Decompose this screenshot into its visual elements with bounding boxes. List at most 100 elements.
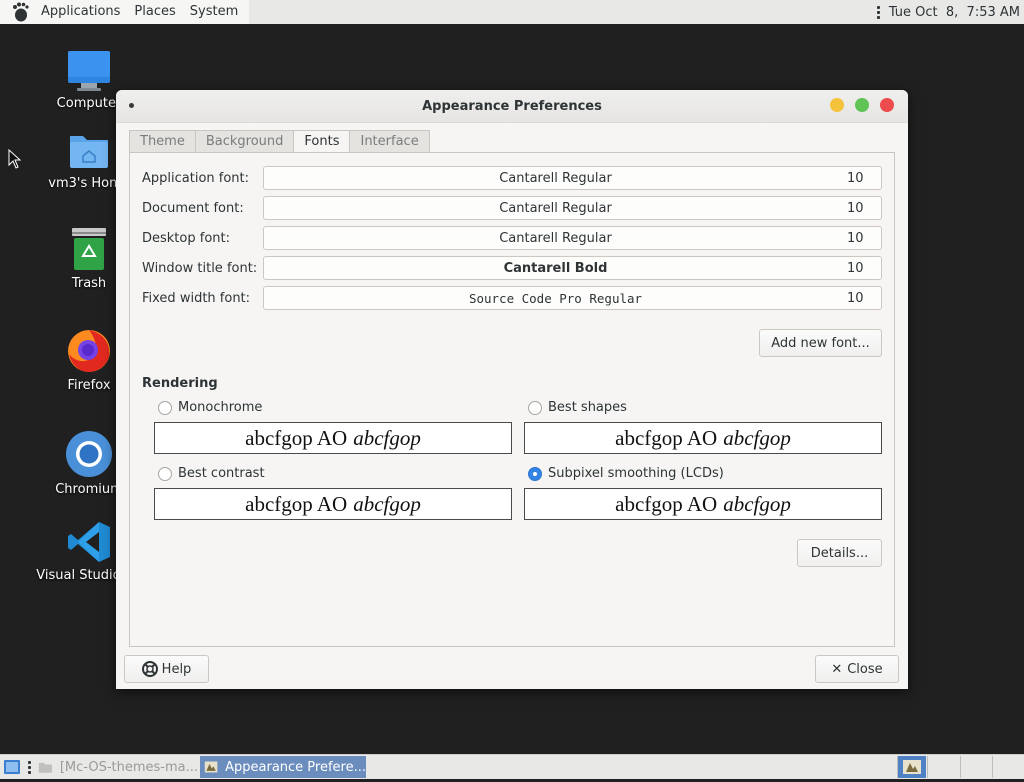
chromium-icon: [66, 431, 112, 477]
desktop-font-row: Desktop font: Cantarell Regular 10: [142, 226, 882, 250]
minimize-button[interactable]: [830, 98, 844, 112]
task-mc-os-themes[interactable]: [Mc-OS-themes-ma...: [36, 756, 198, 778]
desktop-icon-label: Chromium: [55, 482, 123, 497]
document-font-row: Document font: Cantarell Regular 10: [142, 196, 882, 220]
close-icon: ✕: [831, 661, 843, 677]
close-label: Close: [847, 661, 883, 677]
best-shapes-sample[interactable]: abcfgop AO abcfgop: [524, 422, 882, 454]
workspace-thumbnail-icon: [903, 760, 921, 774]
workspace-2[interactable]: [927, 756, 958, 778]
details-button[interactable]: Details...: [797, 539, 882, 567]
sample-text: abcfgop AO: [615, 425, 718, 450]
font-label: Application font:: [142, 170, 250, 186]
close-window-button[interactable]: [880, 98, 894, 112]
clock[interactable]: Tue Oct 8, 7:53 AM: [889, 5, 1020, 20]
add-new-font-button[interactable]: Add new font...: [759, 329, 882, 357]
option-label: Best contrast: [178, 466, 265, 481]
font-size: 10: [847, 230, 864, 246]
document-font-button[interactable]: Cantarell Regular 10: [263, 196, 882, 220]
window-title-font-row: Window title font: Cantarell Bold 10: [142, 256, 882, 280]
task-appearance-preferences[interactable]: Appearance Prefere...: [200, 756, 366, 778]
window-title: Appearance Preferences: [422, 98, 602, 114]
sample-text: abcfgop AO: [615, 491, 718, 516]
appearance-preferences-window: Appearance Preferences Theme Background …: [116, 90, 908, 689]
appearance-icon: [204, 761, 218, 773]
option-label: Subpixel smoothing (LCDs): [548, 466, 724, 481]
monochrome-option[interactable]: Monochrome: [158, 400, 262, 415]
application-font-button[interactable]: Cantarell Regular 10: [263, 166, 882, 190]
gnome-foot-icon[interactable]: [10, 2, 30, 22]
font-size: 10: [847, 260, 864, 276]
monochrome-sample[interactable]: abcfgop AO abcfgop: [154, 422, 512, 454]
best-contrast-option[interactable]: Best contrast: [158, 466, 265, 481]
show-desktop-icon[interactable]: [3, 758, 21, 776]
sample-text-italic: abcfgop: [723, 491, 791, 516]
subpixel-smoothing-option[interactable]: Subpixel smoothing (LCDs): [528, 466, 724, 481]
radio-button[interactable]: [528, 400, 542, 415]
workspace-4[interactable]: [992, 756, 1023, 778]
font-size: 10: [847, 200, 864, 216]
help-button[interactable]: Help: [124, 655, 209, 683]
help-icon: [141, 661, 158, 677]
tab-interface[interactable]: Interface: [349, 130, 430, 153]
vscode-icon: [68, 522, 110, 562]
workspace-1[interactable]: [897, 756, 926, 778]
tab-fonts[interactable]: Fonts: [293, 130, 351, 154]
menu-places[interactable]: Places: [127, 0, 182, 24]
desktop-font-button[interactable]: Cantarell Regular 10: [263, 226, 882, 250]
sample-text-italic: abcfgop: [353, 491, 421, 516]
task-label: [Mc-OS-themes-ma...: [59, 759, 198, 775]
help-label: Help: [161, 661, 192, 677]
radio-button-selected[interactable]: [528, 466, 542, 481]
close-button[interactable]: ✕ Close: [815, 655, 899, 683]
subpixel-smoothing-sample[interactable]: abcfgop AO abcfgop: [524, 488, 882, 520]
window-titlebar[interactable]: Appearance Preferences: [116, 90, 908, 123]
fixed-width-font-button[interactable]: Source Code Pro Regular 10: [263, 286, 882, 310]
tab-background[interactable]: Background: [194, 130, 295, 153]
sample-text: abcfgop AO: [245, 425, 348, 450]
application-font-row: Application font: Cantarell Regular 10: [142, 166, 882, 190]
panel-handle-icon[interactable]: [876, 5, 881, 19]
font-name: Cantarell Regular: [499, 170, 612, 186]
tab-bar: Theme Background Fonts Interface: [129, 130, 430, 154]
font-label: Fixed width font:: [142, 290, 251, 306]
radio-button[interactable]: [158, 400, 172, 415]
desktop-icon-label: Computer: [56, 96, 122, 111]
font-name: Source Code Pro Regular: [468, 290, 643, 306]
tab-theme[interactable]: Theme: [129, 130, 196, 153]
font-size: 10: [847, 290, 864, 306]
radio-button[interactable]: [158, 466, 172, 481]
bottom-taskbar: [Mc-OS-themes-ma... Appearance Prefere..…: [0, 754, 1024, 779]
sample-text-italic: abcfgop: [353, 425, 421, 450]
workspace-3[interactable]: [960, 756, 991, 778]
mouse-cursor-icon: [8, 149, 22, 169]
font-name: Cantarell Bold: [503, 260, 608, 276]
desktop-icon-label: Firefox: [67, 378, 111, 393]
menu-applications[interactable]: Applications: [34, 0, 127, 24]
menu-system[interactable]: System: [183, 0, 245, 24]
option-label: Monochrome: [178, 400, 263, 415]
font-label: Desktop font:: [142, 230, 230, 246]
trash-icon: [72, 228, 106, 270]
best-contrast-sample[interactable]: abcfgop AO abcfgop: [154, 488, 512, 520]
top-panel-right: Tue Oct 8, 7:53 AM: [876, 0, 1024, 24]
rendering-title: Rendering: [142, 376, 218, 391]
home-folder-icon: [70, 136, 108, 168]
firefox-icon: [68, 330, 110, 372]
font-label: Document font:: [142, 200, 244, 216]
option-label: Best shapes: [548, 400, 627, 415]
maximize-button[interactable]: [855, 98, 869, 112]
font-label: Window title font:: [142, 260, 258, 276]
top-panel-menus: Applications Places System: [0, 0, 250, 24]
font-name: Cantarell Regular: [499, 200, 612, 216]
folder-icon: [38, 762, 53, 773]
fonts-panel: Application font: Cantarell Regular 10 D…: [129, 152, 895, 647]
desktop-icon-label: Trash: [71, 276, 107, 291]
best-shapes-option[interactable]: Best shapes: [528, 400, 627, 415]
sample-text: abcfgop AO: [245, 491, 348, 516]
window-title-font-button[interactable]: Cantarell Bold 10: [263, 256, 882, 280]
font-size: 10: [847, 170, 864, 186]
taskbar-handle-icon[interactable]: [28, 761, 31, 774]
task-label: Appearance Prefere...: [225, 759, 366, 775]
fixed-width-font-row: Fixed width font: Source Code Pro Regula…: [142, 286, 882, 310]
